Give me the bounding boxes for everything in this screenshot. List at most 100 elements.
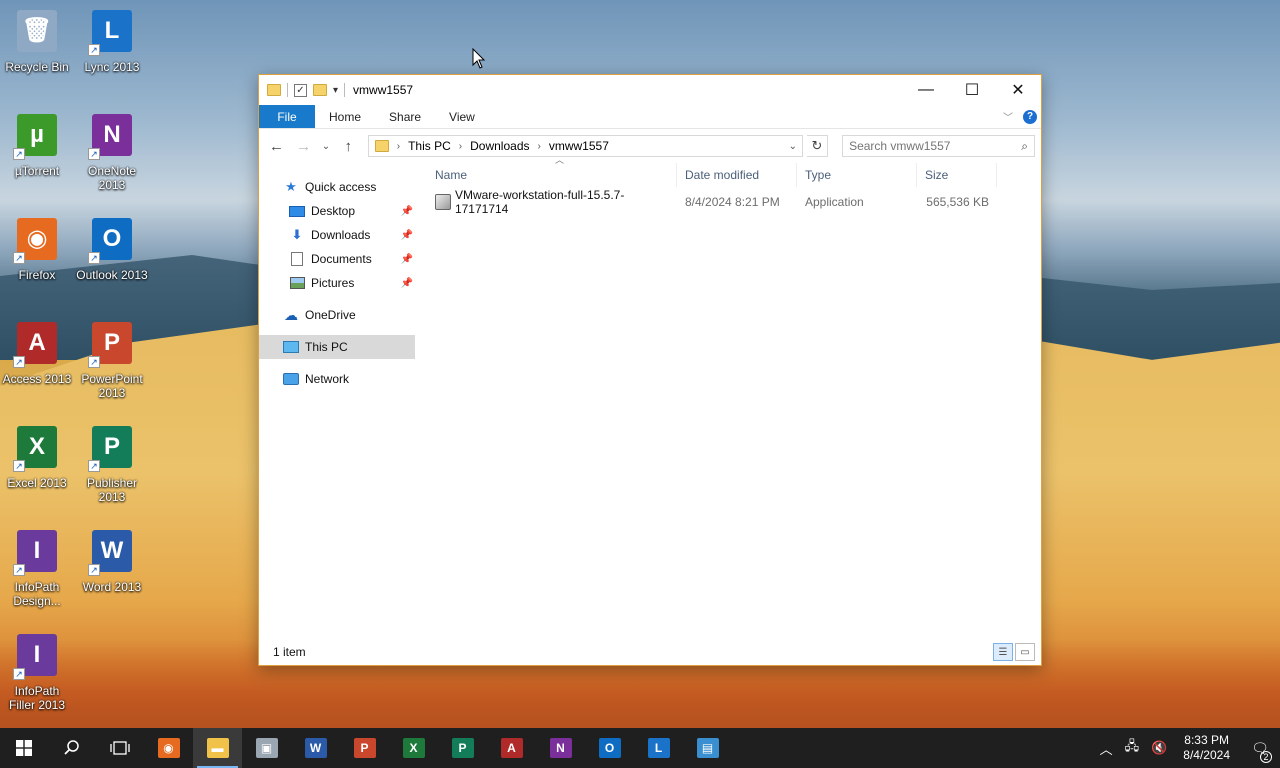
clock[interactable]: 8:33 PM 8/4/2024 — [1173, 733, 1240, 763]
tab-share[interactable]: Share — [375, 105, 435, 128]
breadcrumb-current-folder[interactable]: vmww1557 — [549, 139, 609, 153]
forward-button[interactable]: → — [292, 134, 315, 158]
desktop-icon-label: µTorrent — [14, 164, 60, 178]
taskbar-word[interactable]: W — [291, 728, 340, 768]
desktop-icon-firefox[interactable]: ◉ ↗ Firefox — [0, 216, 74, 282]
desktop-icon-lync-2013[interactable]: L ↗ Lync 2013 — [75, 8, 149, 74]
taskbar-file-explorer[interactable]: ▬ — [193, 728, 242, 768]
up-button[interactable]: ↑ — [337, 134, 360, 158]
nav-onedrive[interactable]: ☁ OneDrive — [259, 303, 415, 327]
network-icon — [283, 373, 299, 385]
desktop-icon-label: Access 2013 — [2, 372, 72, 386]
sort-ascending-icon: ︿ — [555, 155, 565, 165]
desktop-icon-outlook-2013[interactable]: O ↗ Outlook 2013 — [75, 216, 149, 282]
tab-view[interactable]: View — [435, 105, 489, 128]
taskbar-access[interactable]: A — [487, 728, 536, 768]
view-toggle: ☰ ▭ — [993, 643, 1041, 661]
desktop-icon-powerpoint-2013[interactable]: P ↗ PowerPoint 2013 — [75, 320, 149, 400]
taskbar-powerpoint[interactable]: P — [340, 728, 389, 768]
column-headers: ︿ Name Date modified Type Size — [415, 155, 1041, 187]
show-hidden-icons-chevron-icon[interactable]: ︿ — [1094, 739, 1119, 758]
search-button[interactable] — [48, 728, 96, 768]
tab-home[interactable]: Home — [315, 105, 375, 128]
nav-downloads[interactable]: ⬇ Downloads 📌 — [259, 223, 415, 247]
column-header-type[interactable]: Type — [797, 163, 917, 187]
nav-documents[interactable]: Documents 📌 — [259, 247, 415, 271]
taskbar-remote-app[interactable]: ▤ — [683, 728, 732, 768]
application-icon — [435, 194, 451, 210]
search-box[interactable]: ⌕ — [842, 135, 1036, 157]
minimize-button[interactable]: — — [903, 75, 949, 105]
powerpoint-icon: P — [353, 738, 376, 758]
breadcrumb-separator-icon[interactable]: › — [397, 141, 400, 152]
desktop-icon-infopath-design[interactable]: I ↗ InfoPath Design... — [0, 528, 74, 608]
pinned-apps: ◉ ▬ ▣ W P X P A N O L ▤ — [144, 728, 732, 768]
breadcrumb-downloads[interactable]: Downloads — [470, 139, 529, 153]
desktop-icon-recycle-bin[interactable]: 🗑 Recycle Bin — [0, 8, 74, 74]
network-status-icon[interactable]: 🖧 — [1119, 737, 1146, 759]
column-header-name[interactable]: Name — [415, 163, 677, 187]
recent-locations-chevron-icon[interactable]: ⌄ — [319, 134, 332, 158]
navigation-bar: ← → ⌄ ↑ › This PC › Downloads › vmww1557… — [259, 129, 1041, 163]
large-icons-view-icon[interactable]: ▭ — [1015, 643, 1035, 661]
close-button[interactable]: ✕ — [995, 75, 1041, 105]
search-input[interactable] — [849, 139, 1022, 153]
nav-pictures[interactable]: Pictures 📌 — [259, 271, 415, 295]
file-list: ︿ Name Date modified Type Size VMware-wo… — [415, 155, 1041, 639]
volume-muted-icon[interactable]: 🔇 — [1145, 740, 1173, 756]
desktop-icon-excel-2013[interactable]: X ↗ Excel 2013 — [0, 424, 74, 490]
desktop-icon-word-2013[interactable]: W ↗ Word 2013 — [75, 528, 149, 594]
taskbar-onenote[interactable]: N — [536, 728, 585, 768]
maximize-button[interactable]: ☐ — [949, 75, 995, 105]
refresh-button[interactable]: ↻ — [806, 135, 829, 157]
desktop-icon--torrent[interactable]: µ ↗ µTorrent — [0, 112, 74, 178]
nav-this-pc[interactable]: This PC — [259, 335, 415, 359]
desktop-icon-infopath-filler-2013[interactable]: I ↗ InfoPath Filler 2013 — [0, 632, 74, 712]
file-name[interactable]: VMware-workstation-full-15.5.7-17171714 — [455, 188, 677, 216]
tab-file[interactable]: File — [259, 105, 315, 128]
onenote-icon: N — [549, 738, 572, 758]
taskbar-firefox[interactable]: ◉ — [144, 728, 193, 768]
properties-icon[interactable]: ✓ — [294, 83, 307, 97]
file-type: Application — [805, 195, 864, 209]
nav-desktop[interactable]: Desktop 📌 — [259, 199, 415, 223]
nav-quick-access[interactable]: ★ Quick access — [259, 175, 415, 199]
search-icon[interactable]: ⌕ — [1021, 139, 1028, 154]
app-icon: I ↗ — [13, 528, 61, 576]
address-dropdown-chevron-icon[interactable]: ⌄ — [784, 141, 802, 152]
taskbar-excel[interactable]: X — [389, 728, 438, 768]
remote-app-icon: ▤ — [696, 738, 719, 758]
folder-icon — [374, 140, 389, 152]
mouse-cursor-icon — [472, 48, 486, 69]
expand-ribbon-chevron-icon[interactable]: ﹀ — [1003, 109, 1013, 124]
new-folder-icon[interactable] — [313, 84, 327, 96]
customize-toolbar-chevron-icon[interactable]: ▾ — [333, 85, 338, 96]
cloud-icon: ☁ — [284, 306, 298, 323]
address-bar[interactable]: › This PC › Downloads › vmww1557 ⌄ — [367, 135, 803, 157]
desktop-icon-label: PowerPoint 2013 — [81, 372, 143, 400]
help-icon[interactable]: ? — [1023, 109, 1037, 124]
back-button[interactable]: ← — [265, 134, 288, 158]
desktop-icon-access-2013[interactable]: A ↗ Access 2013 — [0, 320, 74, 386]
breadcrumb-separator-icon[interactable]: › — [459, 141, 462, 152]
desktop-icon-publisher-2013[interactable]: P ↗ Publisher 2013 — [75, 424, 149, 504]
details-view-icon[interactable]: ☰ — [993, 643, 1013, 661]
taskbar-photos[interactable]: ▣ — [242, 728, 291, 768]
taskbar-lync[interactable]: L — [634, 728, 683, 768]
action-center-button[interactable]: 🗨 2 — [1240, 740, 1280, 763]
taskbar-publisher[interactable]: P — [438, 728, 487, 768]
start-button[interactable] — [0, 728, 48, 768]
column-header-date[interactable]: Date modified — [677, 163, 797, 187]
task-view-button[interactable] — [96, 728, 144, 768]
shortcut-arrow-icon: ↗ — [13, 148, 25, 160]
taskbar-outlook[interactable]: O — [585, 728, 634, 768]
column-header-size[interactable]: Size — [917, 163, 997, 187]
breadcrumb-separator-icon[interactable]: › — [538, 141, 541, 152]
file-row[interactable]: VMware-workstation-full-15.5.7-17171714 … — [415, 187, 1041, 217]
app-icon: X ↗ — [13, 424, 61, 472]
breadcrumb-this-pc[interactable]: This PC — [408, 139, 451, 153]
desktop-icon-onenote-2013[interactable]: N ↗ OneNote 2013 — [75, 112, 149, 192]
nav-network[interactable]: Network — [259, 367, 415, 391]
shortcut-arrow-icon: ↗ — [13, 460, 25, 472]
app-icon: P ↗ — [88, 320, 136, 368]
